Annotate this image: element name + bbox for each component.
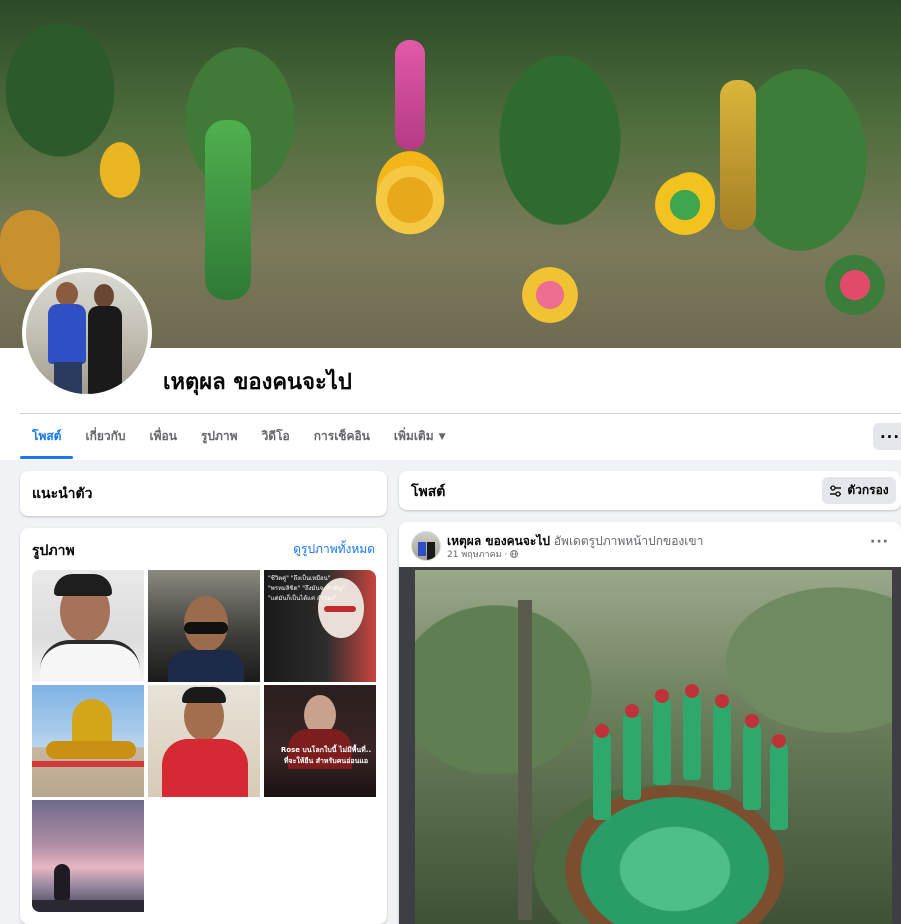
posts-header-card: โพสต์ ตัวกรอง (399, 471, 901, 510)
photo-caption-text: "ชีวิตคู่" "ถึงเป็นเหมือน" "พรหมลิขิต" "… (268, 575, 346, 602)
intro-title: แนะนำตัว (32, 486, 93, 502)
post-card: เหตุผล ของคนจะไป อัพเดตรูปภาพหน้าปกของเข… (399, 522, 901, 924)
post-author-name[interactable]: เหตุผล ของคนจะไป (447, 534, 550, 548)
photo-thumbnail[interactable] (148, 685, 260, 797)
photo-thumbnail[interactable] (32, 800, 144, 912)
caret-down-icon: ▼ (438, 431, 446, 442)
post-author-avatar[interactable] (411, 531, 441, 561)
profile-tabs: โพสต์ เกี่ยวกับ เพื่อน รูปภาพ วิดีโอ การ… (20, 414, 458, 459)
photo-thumbnail[interactable] (148, 570, 260, 682)
filter-button[interactable]: ตัวกรอง (822, 477, 896, 504)
intro-card: แนะนำตัว (20, 471, 387, 516)
post-date[interactable]: 21 พฤษภาคม · (447, 550, 510, 560)
tab-friends[interactable]: เพื่อน (138, 414, 189, 459)
see-all-photos-link[interactable]: ดูรูปภาพทั้งหมด (293, 540, 375, 559)
profile-picture[interactable] (22, 268, 152, 398)
tab-more[interactable]: เพิ่มเติม ▼ (382, 414, 458, 459)
globe-icon (510, 550, 518, 558)
posts-title: โพสต์ (411, 484, 446, 500)
more-options-button[interactable]: ··· (873, 423, 901, 450)
post-action-text: อัพเดตรูปภาพหน้าปกของเขา (553, 534, 704, 548)
tab-about[interactable]: เกี่ยวกับ (73, 414, 137, 459)
tab-checkins[interactable]: การเช็คอิน (302, 414, 382, 459)
post-options-button[interactable]: ··· (870, 534, 889, 550)
post-image-frame (399, 567, 901, 924)
tab-videos[interactable]: วิดีโอ (250, 414, 302, 459)
photo-grid: "ชีวิตคู่" "ถึงเป็นเหมือน" "พรหมลิขิต" "… (32, 570, 376, 912)
tab-more-label: เพิ่มเติม (393, 429, 434, 443)
tab-photos[interactable]: รูปภาพ (189, 414, 250, 459)
post-photo[interactable] (415, 570, 892, 924)
photo-caption-text: Rose บนโลกใบนี้ ไม่มีพื้นที่.. ที่จะให้ย… (280, 746, 372, 765)
filter-label: ตัวกรอง (847, 483, 889, 497)
filter-icon (830, 484, 842, 497)
photo-thumbnail[interactable] (32, 685, 144, 797)
photos-title: รูปภาพ (32, 543, 75, 559)
tab-posts[interactable]: โพสต์ (20, 414, 74, 459)
photo-thumbnail[interactable]: "ชีวิตคู่" "ถึงเป็นเหมือน" "พรหมลิขิต" "… (264, 570, 376, 682)
photos-card: รูปภาพ ดูรูปภาพทั้งหมด "ชีวิตคู่" "ถึงเป… (20, 528, 387, 924)
photo-thumbnail[interactable]: Rose บนโลกใบนี้ ไม่มีพื้นที่.. ที่จะให้ย… (264, 685, 376, 797)
profile-name: เหตุผล ของคนจะไป (163, 370, 352, 395)
photo-thumbnail[interactable] (32, 570, 144, 682)
post-meta: 21 พฤษภาคม · (447, 547, 518, 561)
